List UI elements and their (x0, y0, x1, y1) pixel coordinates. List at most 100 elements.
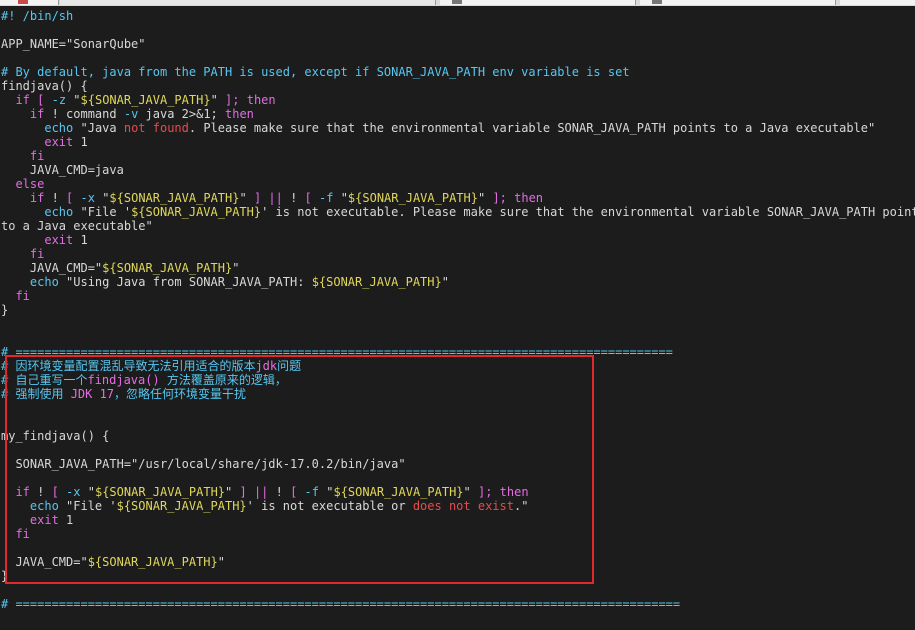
terminal-editor[interactable]: #! /bin/sh APP_NAME="SonarQube" # By def… (0, 9, 915, 611)
code-token: ${SONAR_JAVA_PATH} (311, 275, 442, 289)
code-token: ]; (225, 93, 240, 107)
code-line: SONAR_JAVA_PATH="/usr/local/share/jdk-17… (0, 457, 915, 471)
code-token: echo (44, 121, 74, 135)
tab-strip (0, 0, 915, 6)
code-line: # ======================================… (0, 597, 915, 611)
code-token: } (1, 569, 9, 583)
code-token: ${SONAR_JAVA_PATH} (333, 485, 464, 499)
code-line: } (0, 303, 915, 317)
code-line: } (0, 569, 915, 583)
code-token: fi (15, 289, 30, 303)
code-token: ! (29, 485, 52, 499)
code-line: APP_NAME="SonarQube" (0, 37, 915, 51)
code-token: "File ' (58, 499, 117, 513)
code-token: if (29, 191, 45, 205)
code-token: " (239, 191, 247, 205)
code-token: ${SONAR_JAVA_PATH} (87, 555, 218, 569)
terminal-icon (652, 0, 662, 4)
code-line: to a Java executable" (0, 219, 915, 233)
code-line: # 强制使用 JDK 17，忽略任何环境变量干扰 (0, 387, 915, 401)
code-line: # 因环境变量配置混乱导致无法引用适合的版本jdk问题 (0, 359, 915, 373)
code-token: ." (513, 499, 529, 513)
code-token: 1 (58, 513, 74, 527)
code-token: ${SONAR_JAVA_PATH} (80, 93, 211, 107)
code-token: JAVA_CMD=java (1, 163, 124, 177)
code-token: fi (29, 247, 45, 261)
code-token: ] (239, 485, 247, 499)
code-token: "File ' (73, 205, 132, 219)
code-token: echo (29, 499, 59, 513)
terminal-icon (18, 0, 28, 4)
code-token: ' is not executable or (246, 499, 413, 513)
code-line: fi (0, 527, 915, 541)
code-line: fi (0, 289, 915, 303)
code-token: does not exist (412, 499, 514, 513)
code-token: ${SONAR_JAVA_PATH} (131, 205, 262, 219)
code-token: " (210, 93, 218, 107)
code-line: exit 1 (0, 513, 915, 527)
code-line: echo "File '${SONAR_JAVA_PATH}' is not e… (0, 205, 915, 219)
code-token: exit (44, 135, 74, 149)
code-token: " (463, 485, 471, 499)
code-line: echo "Using Java from SONAR_JAVA_PATH: $… (0, 275, 915, 289)
code-token: then (225, 107, 254, 121)
code-line: echo "Java not found. Please make sure t… (0, 121, 915, 135)
code-token: if (15, 93, 30, 107)
code-token: ]; (477, 485, 493, 499)
code-token: fi (15, 527, 30, 541)
code-token: ! (282, 191, 305, 205)
code-line: JAVA_CMD=java (0, 163, 915, 177)
code-token: " (340, 191, 348, 205)
tab-5[interactable] (840, 0, 915, 5)
code-token: 1 (73, 135, 88, 149)
code-line: # By default, java from the PATH is used… (0, 65, 915, 79)
code-token: echo (44, 205, 74, 219)
code-token: "Java (73, 121, 124, 135)
tab-1[interactable] (0, 0, 59, 5)
code-token: java 2>&1; (138, 107, 225, 121)
code-line: #! /bin/sh (0, 9, 915, 23)
code-line: findjava() { (0, 79, 915, 93)
code-token: my_findjava() { (1, 429, 110, 443)
code-token: ! (268, 485, 291, 499)
code-line: # 自己重写一个findjava() 方法覆盖原来的逻辑， (0, 373, 915, 387)
code-token: then (246, 93, 276, 107)
code-token: ${SONAR_JAVA_PATH} (94, 485, 226, 499)
code-line: if [ -z "${SONAR_JAVA_PATH}" ]; then (0, 93, 915, 107)
code-token: findjava() (87, 373, 160, 387)
code-line: exit 1 (0, 135, 915, 149)
code-token: then (499, 485, 529, 499)
code-token: JAVA_CMD=" (1, 261, 103, 275)
tab-4[interactable] (640, 0, 836, 5)
tab-3[interactable] (440, 0, 636, 5)
code-token: [ (51, 485, 59, 499)
code-line: JAVA_CMD="${SONAR_JAVA_PATH}" (0, 555, 915, 569)
code-token: 方法覆盖原来的逻辑， (159, 373, 287, 387)
tab-2[interactable] (60, 0, 436, 5)
code-token: JDK 17 (70, 387, 115, 401)
code-token: "Using Java from SONAR_JAVA_PATH: (58, 275, 312, 289)
code-token: -x (58, 485, 88, 499)
code-token: " (232, 261, 240, 275)
code-token: else (15, 177, 45, 191)
